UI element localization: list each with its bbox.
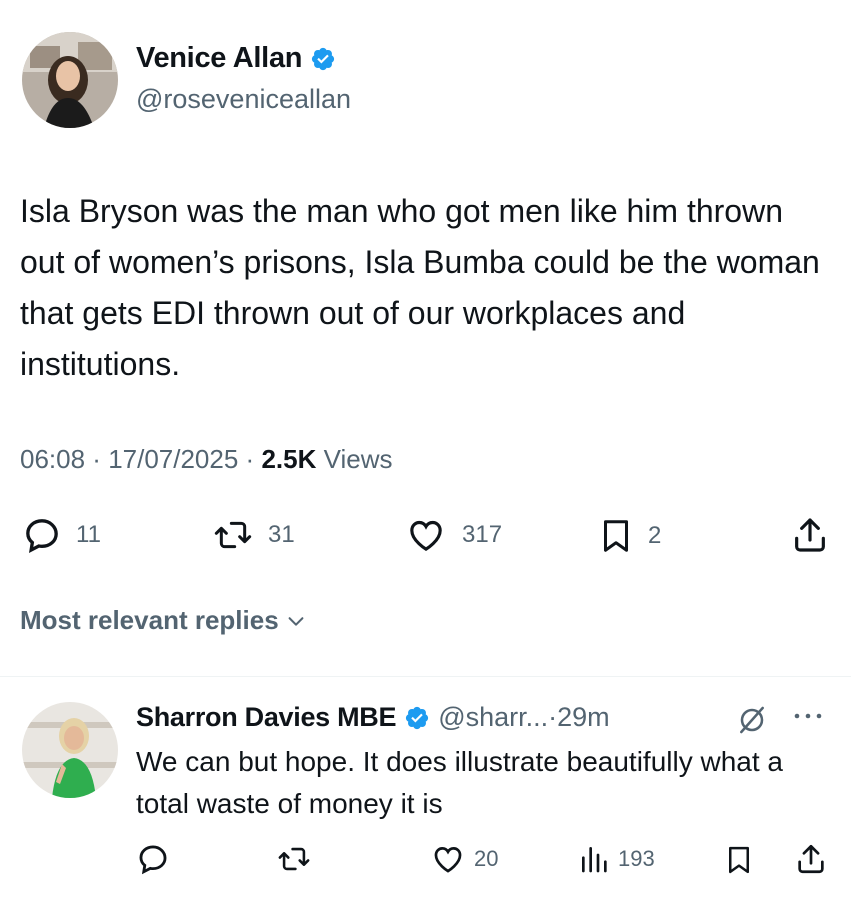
author-name[interactable]: Venice Allan	[136, 42, 302, 75]
verified-badge-icon	[404, 705, 430, 731]
reply-action[interactable]: 11	[22, 515, 101, 555]
more-icon	[790, 704, 826, 728]
author-avatar[interactable]	[22, 32, 118, 128]
views-label: Views	[323, 444, 393, 474]
tweet-time[interactable]: 06:08	[20, 444, 85, 475]
separator-dot: ·	[548, 702, 558, 732]
reply-like-count: 20	[474, 846, 499, 871]
repost-icon	[212, 515, 254, 555]
bookmark-icon	[598, 515, 634, 557]
verified-badge-icon	[310, 46, 336, 72]
like-icon	[404, 515, 448, 555]
reply-views-action[interactable]: 193	[578, 842, 655, 876]
replies-sort-dropdown[interactable]: Most relevant replies	[20, 605, 307, 636]
views-icon	[578, 842, 610, 876]
share-icon	[790, 515, 830, 555]
reply-bookmark-action[interactable]	[724, 842, 754, 878]
reply-header: Sharron Davies MBE @sharr... · 29m	[136, 702, 610, 733]
separator-dot: ·	[238, 444, 262, 474]
chevron-down-icon	[285, 610, 307, 632]
repost-action[interactable]: 31	[212, 515, 295, 555]
reply-age[interactable]: 29m	[557, 702, 610, 733]
like-icon	[430, 842, 466, 876]
bookmark-count: 2	[648, 522, 662, 549]
reply-like-action[interactable]: 20	[430, 842, 498, 876]
tweet-text: Isla Bryson was the man who got men like…	[20, 193, 820, 382]
author-handle[interactable]: @roseveniceallan	[136, 84, 351, 115]
more-options-button[interactable]	[790, 704, 826, 728]
reply-text: We can but hope. It does illustrate beau…	[136, 746, 783, 819]
tweet-date[interactable]: 17/07/2025	[108, 444, 238, 475]
reply-author-name[interactable]: Sharron Davies MBE	[136, 702, 396, 733]
share-button[interactable]	[790, 515, 830, 555]
like-count: 317	[462, 521, 503, 548]
repost-icon	[276, 842, 312, 876]
like-action[interactable]: 317	[404, 515, 502, 555]
grok-button[interactable]	[736, 704, 768, 736]
replies-sort-label: Most relevant replies	[20, 605, 279, 635]
views-count: 2.5K	[261, 444, 317, 474]
share-icon	[794, 842, 828, 876]
repost-count: 31	[268, 521, 295, 548]
author-name-row: Venice Allan	[136, 42, 336, 75]
reply-author-avatar[interactable]	[22, 702, 118, 798]
grok-icon	[736, 704, 768, 736]
bookmark-icon	[724, 842, 754, 878]
reply-repost-action[interactable]	[276, 842, 312, 876]
separator-dot: ·	[85, 444, 109, 474]
reply-author-handle[interactable]: @sharr...	[438, 702, 548, 733]
reply-share-button[interactable]	[794, 842, 828, 876]
divider	[0, 676, 851, 677]
bookmark-action[interactable]: 2	[598, 515, 661, 557]
reply-views-count: 193	[618, 846, 655, 871]
reply-reply-action[interactable]	[136, 842, 170, 876]
reply-icon	[136, 842, 170, 876]
tweet-meta: 06:08 · 17/07/2025 · 2.5K Views	[20, 444, 392, 475]
reply-count: 11	[76, 521, 101, 548]
reply-icon	[22, 515, 62, 555]
